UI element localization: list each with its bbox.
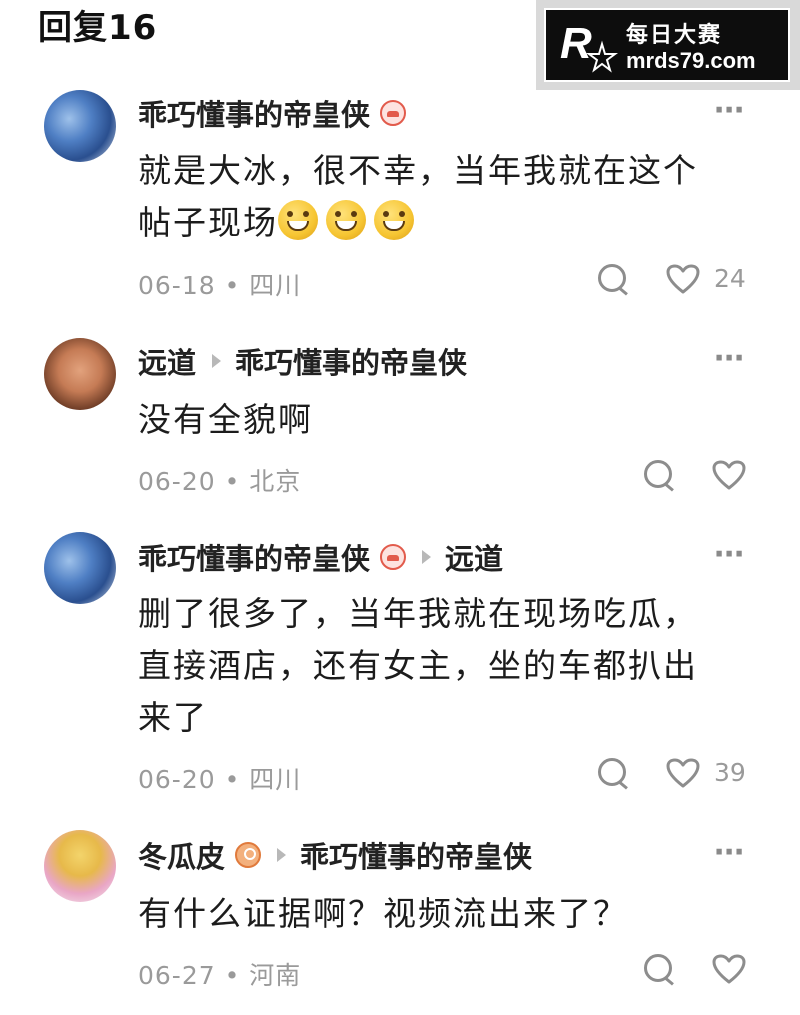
username[interactable]: 乖巧懂事的帝皇侠: [138, 536, 370, 578]
comment-date-location: 06-20 • 北京: [138, 467, 302, 496]
avatar[interactable]: [44, 338, 116, 410]
heart-icon[interactable]: [712, 460, 746, 490]
username[interactable]: 乖巧懂事的帝皇侠: [138, 92, 370, 134]
watermark-text-url: mrds79.com: [626, 48, 756, 73]
grinning-face-icon: [326, 200, 366, 240]
comment-text: 没有全貌啊: [138, 400, 313, 439]
reply-icon[interactable]: [598, 758, 626, 786]
svg-text:R: R: [560, 19, 592, 68]
reply-to-username[interactable]: 乖巧懂事的帝皇侠: [235, 340, 467, 382]
reply-arrow-icon: [212, 354, 222, 368]
grinning-face-icon: [374, 200, 414, 240]
comment-date-location: 06-20 • 四川: [138, 765, 302, 794]
comment-text-line: 来了: [138, 698, 208, 737]
comment-author-line: 乖巧懂事的帝皇侠 远道: [138, 536, 503, 578]
more-options-icon[interactable]: ⋯: [714, 540, 746, 570]
heart-icon[interactable]: [666, 264, 700, 294]
reply-arrow-icon: [277, 848, 287, 862]
page-title: 回复16: [38, 8, 158, 48]
grinning-face-icon: [278, 200, 318, 240]
watermark-box: R 每日大赛 mrds79.com: [544, 8, 790, 82]
watermark-text-cn: 每日大赛: [626, 23, 723, 48]
reply-arrow-icon: [422, 550, 432, 564]
comment-date-location: 06-18 • 四川: [138, 271, 302, 300]
avatar[interactable]: [44, 830, 116, 902]
car-badge-icon: [380, 100, 407, 126]
car-badge-icon: [380, 544, 407, 570]
comment-text-line: 直接酒店，还有女主，坐的车都扒出: [138, 646, 698, 685]
comment-text: 删了很多了，当年我就在现场吃瓜， 直接酒店，还有女主，坐的车都扒出 来了: [138, 588, 738, 744]
more-options-icon[interactable]: ⋯: [714, 838, 746, 868]
comment-text-line: 删了很多了，当年我就在现场吃瓜，: [138, 594, 698, 633]
comment-text: 就是大冰，很不幸，当年我就在这个 帖子现场: [138, 145, 738, 249]
heart-icon[interactable]: [712, 954, 746, 984]
reply-icon[interactable]: [598, 264, 626, 292]
username[interactable]: 冬瓜皮: [138, 834, 225, 876]
comment-author-line: 冬瓜皮 乖巧懂事的帝皇侠: [138, 834, 532, 876]
reply-icon[interactable]: [644, 954, 672, 982]
more-options-icon[interactable]: ⋯: [714, 344, 746, 374]
reply-to-username[interactable]: 远道: [445, 536, 503, 578]
like-count: 39: [714, 758, 746, 787]
comment-date-location: 06-27 • 河南: [138, 961, 302, 990]
username[interactable]: 远道: [138, 340, 196, 382]
reply-to-username[interactable]: 乖巧懂事的帝皇侠: [300, 834, 532, 876]
watermark: R 每日大赛 mrds79.com: [536, 0, 800, 90]
comment-text-line: 帖子现场: [138, 197, 738, 249]
reply-icon[interactable]: [644, 460, 672, 488]
watermark-logo: R: [560, 19, 618, 73]
more-options-icon[interactable]: ⋯: [714, 96, 746, 126]
comment-text: 有什么证据啊？视频流出来了？: [138, 894, 628, 933]
avatar[interactable]: [44, 90, 116, 162]
heart-icon[interactable]: [666, 758, 700, 788]
avatar[interactable]: [44, 532, 116, 604]
user-badge-icon: [235, 842, 262, 868]
comment-author-line: 乖巧懂事的帝皇侠: [138, 92, 407, 134]
comment-author-line: 远道 乖巧懂事的帝皇侠: [138, 340, 467, 382]
like-count: 24: [714, 264, 746, 293]
comment-text-line: 就是大冰，很不幸，当年我就在这个: [138, 151, 698, 190]
